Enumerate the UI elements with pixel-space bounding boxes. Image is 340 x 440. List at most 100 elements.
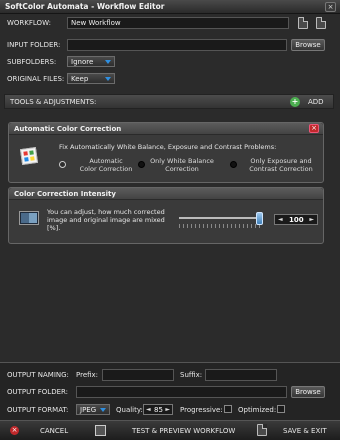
input-browse-button[interactable]: Browse <box>291 39 325 51</box>
cancel-button[interactable]: × CANCEL <box>0 421 90 440</box>
window-title: SoftColor Automata - Workflow Editor <box>5 2 165 11</box>
input-folder-field[interactable] <box>67 39 287 51</box>
chevron-down-icon <box>100 408 106 412</box>
close-icon: × <box>327 3 334 11</box>
progressive-label: Progressive: <box>180 406 223 414</box>
output-format-value: JPEG <box>80 406 97 414</box>
photo-icon <box>19 211 39 225</box>
test-preview-label: TEST & PREVIEW WORKFLOW <box>132 427 236 435</box>
subfolders-select[interactable]: Ignore <box>67 56 115 67</box>
radio-automatic[interactable] <box>59 161 66 168</box>
workflow-label: WORKFLOW: <box>7 19 51 27</box>
chevron-down-icon <box>105 60 111 64</box>
add-label: ADD <box>308 98 324 106</box>
intensity-title: Color Correction Intensity <box>14 190 116 198</box>
option-white-balance-label: Only White Balance Correction <box>147 157 217 173</box>
intensity-slider[interactable] <box>179 212 265 232</box>
slider-tick <box>179 224 180 228</box>
progressive-checkbox[interactable] <box>224 405 232 413</box>
auto-color-title: Automatic Color Correction <box>14 125 122 133</box>
option-automatic-line2: Color Correction <box>79 165 133 173</box>
intensity-desc-3: [%]. <box>47 224 61 232</box>
suffix-label: Suffix: <box>180 371 203 379</box>
auto-color-panel-header: Automatic Color Correction × <box>9 123 323 135</box>
intensity-panel-header: Color Correction Intensity <box>9 188 323 200</box>
test-preview-button[interactable]: TEST & PREVIEW WORKFLOW <box>95 421 245 440</box>
optimized-label: Optimized: <box>238 406 277 414</box>
remove-panel-button[interactable]: × <box>309 124 319 133</box>
auto-color-description: Fix Automatically White Balance, Exposur… <box>59 143 277 151</box>
slider-tick <box>243 224 244 228</box>
original-files-select[interactable]: Keep <box>67 73 115 84</box>
intensity-value: 100 <box>289 216 304 224</box>
decrease-icon[interactable]: ◄ <box>278 216 283 223</box>
subfolders-label: SUBFOLDERS: <box>7 58 57 66</box>
slider-tick <box>183 224 184 228</box>
new-document-icon[interactable] <box>298 17 308 29</box>
intensity-value-box[interactable]: ◄ 100 ► <box>274 214 318 225</box>
window-close-button[interactable]: × <box>325 2 336 12</box>
slider-tick <box>219 224 220 228</box>
output-format-select[interactable]: JPEG <box>76 404 110 415</box>
grid-icon <box>95 425 106 436</box>
slider-tick <box>235 224 236 228</box>
prefix-label: Prefix: <box>76 371 99 379</box>
slider-thumb[interactable] <box>256 212 263 225</box>
slider-tick <box>207 224 208 228</box>
slider-tick <box>187 224 188 228</box>
color-palette-icon <box>19 146 39 166</box>
quality-label: Quality: <box>116 406 143 414</box>
add-icon: + <box>290 97 300 107</box>
option-automatic-label: Automatic Color Correction <box>71 157 141 173</box>
tools-label: TOOLS & ADJUSTMENTS: <box>10 98 97 106</box>
output-folder-input[interactable] <box>76 386 287 398</box>
close-icon: × <box>311 124 317 132</box>
slider-tick <box>203 224 204 228</box>
slider-tick <box>191 224 192 228</box>
slider-tick <box>211 224 212 228</box>
option-wb-line2: Correction <box>165 165 199 173</box>
auto-color-correction-panel: Automatic Color Correction × Fix Automat… <box>8 122 324 183</box>
radio-exposure-contrast[interactable] <box>230 161 237 168</box>
radio-white-balance[interactable] <box>138 161 145 168</box>
original-files-label: ORIGINAL FILES: <box>7 75 65 83</box>
copy-document-icon[interactable] <box>316 17 326 29</box>
slider-tick <box>247 224 248 228</box>
save-exit-button[interactable]: SAVE & EXIT <box>255 421 340 440</box>
input-folder-label: INPUT FOLDER: <box>7 41 61 49</box>
action-bar: × CANCEL TEST & PREVIEW WORKFLOW SAVE & … <box>0 420 340 440</box>
title-bar: SoftColor Automata - Workflow Editor × <box>0 0 340 14</box>
cancel-icon: × <box>10 426 19 435</box>
slider-tick <box>231 224 232 228</box>
prefix-input[interactable] <box>102 369 174 381</box>
workflow-name-input[interactable]: New Workflow <box>67 17 289 29</box>
slider-tick <box>199 224 200 228</box>
option-exposure-label: Only Exposure and Contrast Correction <box>242 157 320 173</box>
slider-tick <box>227 224 228 228</box>
original-files-value: Keep <box>71 75 89 83</box>
slider-tick <box>195 224 196 228</box>
intensity-desc-2: image and original image are mixed <box>47 216 165 224</box>
optimized-checkbox[interactable] <box>277 405 285 413</box>
output-browse-button[interactable]: Browse <box>291 386 325 398</box>
cancel-label: CANCEL <box>40 427 69 435</box>
save-exit-label: SAVE & EXIT <box>283 427 327 435</box>
intensity-desc-1: You can adjust, how much corrected <box>47 208 165 216</box>
quality-input[interactable]: ◄ 85 ► <box>143 404 173 415</box>
chevron-down-icon <box>105 77 111 81</box>
add-tool-button[interactable]: + ADD <box>290 97 330 107</box>
slider-track <box>179 217 261 219</box>
slider-tick <box>239 224 240 228</box>
output-folder-label: OUTPUT FOLDER: <box>7 388 69 396</box>
suffix-input[interactable] <box>205 369 277 381</box>
output-naming-label: OUTPUT NAMING: <box>7 371 69 379</box>
intensity-description: You can adjust, how much corrected image… <box>47 208 165 232</box>
increase-icon[interactable]: ► <box>309 216 314 223</box>
quality-decrease-icon[interactable]: ◄ <box>146 406 151 413</box>
tools-adjustments-bar: TOOLS & ADJUSTMENTS: + ADD <box>4 94 334 109</box>
save-icon <box>257 424 267 436</box>
option-exp-line1: Only Exposure and <box>250 157 312 165</box>
subfolders-value: Ignore <box>71 58 94 66</box>
quality-increase-icon[interactable]: ► <box>165 406 170 413</box>
output-format-label: OUTPUT FORMAT: <box>7 406 69 414</box>
